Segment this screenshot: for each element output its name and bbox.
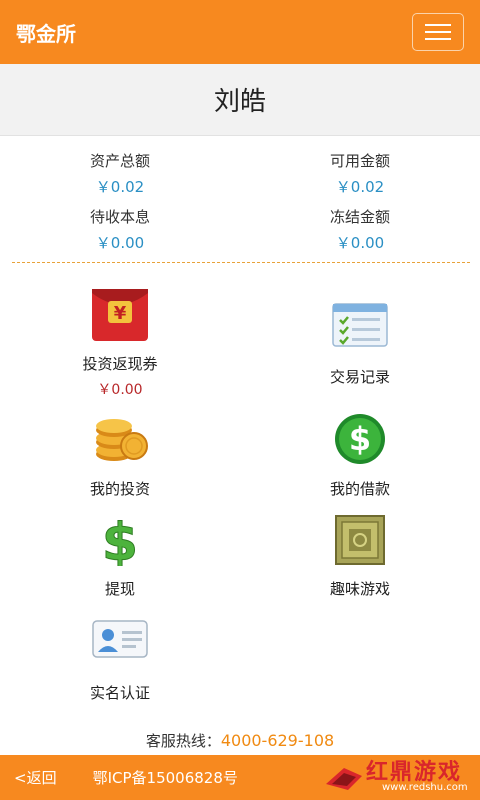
red-envelope-icon: ¥ [90,287,150,347]
stat-value: ￥0.02 [95,178,145,196]
customer-service-hotline: 客服热线：4000-629-108 [0,730,480,751]
tile-label: 交易记录 [329,368,390,386]
stat-label: 资产总额 [89,152,150,170]
icp-record: 鄂ICP备15006828号 [92,769,238,787]
stat-frozen-amount: 冻结金额 ￥0.00 [300,204,420,256]
menu-button[interactable] [412,13,464,51]
user-name: 刘皓 [213,87,266,117]
stat-value: ￥0.02 [335,178,385,196]
stat-label: 冻结金额 [329,208,390,226]
stat-available-balance: 可用金额 ￥0.02 [300,148,420,200]
stat-value: ￥0.00 [335,234,385,252]
tile-label: 投资返现券 [82,355,158,373]
svg-text:$: $ [102,513,138,566]
tile-withdraw[interactable]: $ 提现 [50,512,190,599]
divider [12,262,470,263]
svg-text:¥: ¥ [114,303,127,324]
watermark-logo-icon [326,768,362,790]
stat-label: 待收本息 [89,208,150,226]
user-name-bar: 刘皓 [0,64,480,136]
stat-total-assets: 资产总额 ￥0.02 [60,148,180,200]
tile-label: 实名认证 [89,684,150,702]
id-card-icon [90,616,150,676]
tile-label: 我的投资 [89,480,150,498]
wooden-crate-icon [330,512,390,572]
tile-real-name-verification[interactable]: 实名认证 [50,616,190,703]
tile-label: 趣味游戏 [329,580,390,598]
watermark: 红鼎游戏 www.redshu.com [322,752,472,800]
dollar-sign-icon: $ [90,512,150,574]
tile-transaction-records[interactable]: 交易记录 [290,300,430,387]
back-link[interactable]: <返回 [14,767,57,788]
hotline-label: 客服热线： [145,732,221,750]
stat-label: 可用金额 [329,152,390,170]
tile-sub-value: ￥0.00 [97,382,143,398]
app-title: 鄂金所 [16,21,76,46]
hamburger-menu-icon [425,24,451,26]
watermark-url: www.redshu.com [382,782,468,793]
tile-my-investment[interactable]: 我的投资 [50,412,190,499]
coin-stack-icon [90,412,150,472]
top-bar: 鄂金所 [0,0,480,64]
tile-investment-cashback-coupon[interactable]: ¥ 投资返现券 ￥0.00 [50,287,190,399]
stat-pending-principal-interest: 待收本息 ￥0.00 [60,204,180,256]
tile-label: 我的借款 [329,480,390,498]
tile-fun-games[interactable]: 趣味游戏 [290,512,430,599]
tile-label: 提现 [104,580,135,598]
tile-my-loans[interactable]: $ 我的借款 [290,412,430,499]
transaction-list-icon [330,300,390,360]
dollar-circle-icon: $ [330,412,390,472]
stat-value: ￥0.00 [95,234,145,252]
hotline-number[interactable]: 4000-629-108 [221,731,334,750]
svg-text:$: $ [349,420,371,458]
